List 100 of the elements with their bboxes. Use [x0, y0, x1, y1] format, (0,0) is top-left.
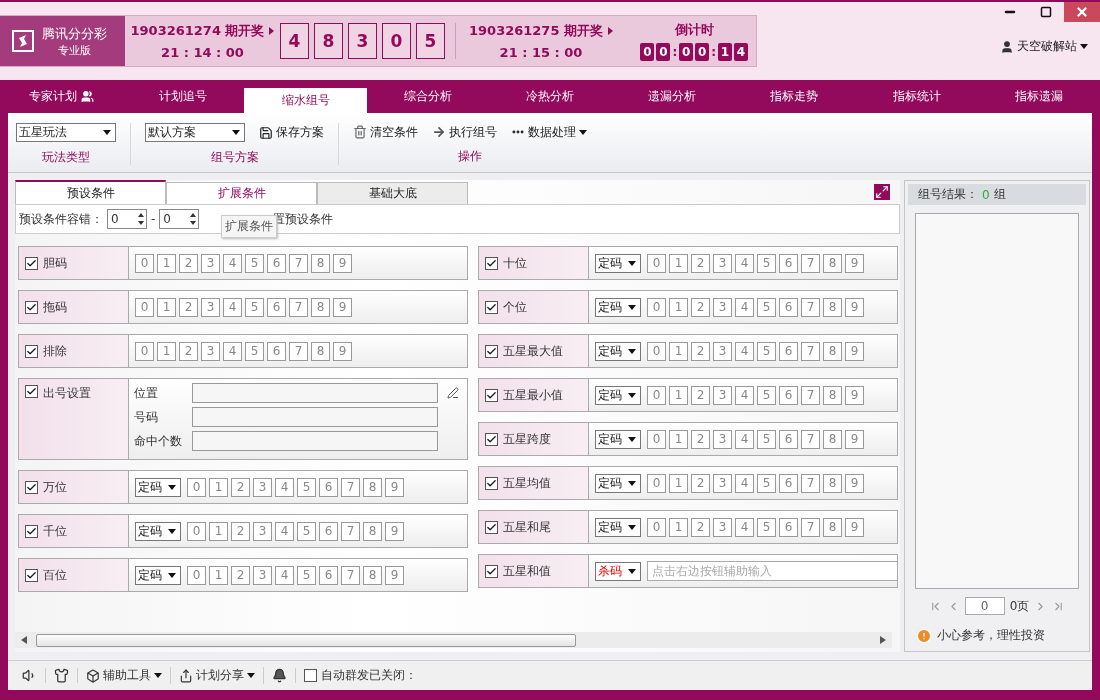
digit-button[interactable]: 4 [223, 253, 242, 273]
digit-button[interactable]: 7 [289, 297, 308, 317]
digit-button[interactable]: 0 [647, 517, 666, 537]
digit-button[interactable]: 2 [231, 521, 250, 541]
digit-button[interactable]: 3 [713, 517, 732, 537]
nav-tab[interactable]: 计划追号 [122, 80, 245, 113]
checkbox[interactable] [25, 344, 38, 358]
digit-button[interactable]: 7 [341, 477, 360, 497]
digit-button[interactable]: 0 [647, 473, 666, 493]
dropdown[interactable]: 默认方案 [145, 123, 245, 142]
user-menu[interactable]: 天空破解站 [1000, 38, 1088, 55]
digit-button[interactable]: 1 [157, 341, 176, 361]
digit-button[interactable]: 6 [267, 341, 286, 361]
checkbox[interactable] [485, 564, 498, 578]
page-field[interactable]: 0 [964, 597, 1005, 615]
toolbar-button[interactable]: 清空条件 [353, 123, 418, 141]
digit-button[interactable]: 7 [289, 253, 308, 273]
digit-button[interactable]: 7 [289, 341, 308, 361]
digit-button[interactable]: 2 [231, 477, 250, 497]
digit-button[interactable]: 0 [135, 297, 154, 317]
mode-select[interactable]: 杀码 [595, 561, 641, 581]
digit-button[interactable]: 3 [713, 429, 732, 449]
digit-button[interactable]: 1 [669, 517, 688, 537]
digit-button[interactable]: 3 [201, 297, 220, 317]
checkbox[interactable] [485, 256, 498, 270]
mode-select[interactable]: 定码 [135, 521, 181, 541]
digit-button[interactable]: 8 [311, 253, 330, 273]
digit-button[interactable]: 6 [267, 253, 286, 273]
digit-button[interactable]: 1 [209, 565, 228, 585]
digit-button[interactable]: 9 [845, 341, 864, 361]
input-field[interactable] [192, 383, 438, 403]
checkbox[interactable] [485, 476, 498, 490]
digit-button[interactable]: 5 [757, 429, 776, 449]
checkbox[interactable] [485, 432, 498, 446]
checkbox[interactable] [485, 520, 498, 534]
digit-button[interactable]: 9 [845, 473, 864, 493]
digit-button[interactable]: 6 [319, 477, 338, 497]
digit-button[interactable]: 1 [669, 341, 688, 361]
digit-button[interactable]: 9 [333, 297, 352, 317]
digit-button[interactable]: 1 [669, 473, 688, 493]
digit-button[interactable]: 8 [823, 253, 842, 273]
digit-button[interactable]: 5 [245, 341, 264, 361]
digit-button[interactable]: 5 [757, 473, 776, 493]
checkbox[interactable] [25, 480, 38, 494]
digit-button[interactable]: 1 [669, 385, 688, 405]
digit-button[interactable]: 8 [823, 473, 842, 493]
digit-button[interactable]: 0 [647, 341, 666, 361]
checkbox[interactable] [485, 344, 498, 358]
digit-button[interactable]: 3 [253, 477, 272, 497]
digit-button[interactable]: 5 [297, 477, 316, 497]
bell-icon[interactable] [272, 668, 287, 683]
digit-button[interactable]: 8 [311, 297, 330, 317]
shirt-icon[interactable] [54, 668, 69, 683]
digit-button[interactable]: 3 [253, 521, 272, 541]
digit-button[interactable]: 8 [823, 517, 842, 537]
digit-button[interactable]: 4 [275, 521, 294, 541]
digit-button[interactable]: 1 [669, 297, 688, 317]
digit-button[interactable]: 2 [691, 473, 710, 493]
mode-select[interactable]: 定码 [595, 341, 641, 361]
digit-button[interactable]: 4 [735, 341, 754, 361]
menu-button[interactable]: 辅助工具 [103, 667, 151, 684]
digit-button[interactable]: 2 [691, 429, 710, 449]
nav-tab[interactable]: 指标遗漏 [977, 80, 1100, 113]
nav-tab[interactable]: 综合分析 [366, 80, 489, 113]
close-button[interactable] [1064, 2, 1100, 22]
digit-button[interactable]: 0 [187, 477, 206, 497]
mode-select[interactable]: 定码 [595, 517, 641, 537]
digit-button[interactable]: 7 [801, 517, 820, 537]
digit-button[interactable]: 6 [779, 297, 798, 317]
checkbox[interactable] [25, 524, 38, 538]
digit-button[interactable]: 0 [187, 521, 206, 541]
digit-button[interactable]: 7 [801, 253, 820, 273]
digit-button[interactable]: 2 [691, 385, 710, 405]
digit-button[interactable]: 9 [845, 385, 864, 405]
digit-button[interactable]: 1 [669, 429, 688, 449]
toolbar-button[interactable]: 保存方案 [259, 124, 324, 141]
checkbox[interactable] [25, 385, 38, 398]
digit-button[interactable]: 2 [691, 297, 710, 317]
mode-select[interactable]: 定码 [135, 565, 181, 585]
digit-button[interactable]: 8 [363, 565, 382, 585]
digit-button[interactable]: 8 [363, 477, 382, 497]
digit-button[interactable]: 9 [333, 341, 352, 361]
digit-button[interactable]: 7 [801, 473, 820, 493]
digit-button[interactable]: 9 [333, 253, 352, 273]
nav-tab[interactable]: 冷热分析 [488, 80, 612, 113]
digit-button[interactable]: 9 [845, 253, 864, 273]
tab[interactable]: 扩展条件 [166, 182, 317, 204]
nav-tab[interactable]: 指标统计 [855, 80, 978, 113]
number-field[interactable]: 0 [107, 209, 147, 229]
digit-button[interactable]: 4 [735, 429, 754, 449]
digit-button[interactable]: 9 [845, 429, 864, 449]
digit-button[interactable]: 1 [157, 253, 176, 273]
digit-button[interactable]: 2 [691, 517, 710, 537]
checkbox[interactable] [304, 669, 317, 682]
digit-button[interactable]: 8 [823, 297, 842, 317]
digit-button[interactable]: 0 [647, 385, 666, 405]
digit-button[interactable]: 6 [779, 517, 798, 537]
digit-button[interactable]: 4 [735, 297, 754, 317]
digit-button[interactable]: 7 [341, 565, 360, 585]
digit-button[interactable]: 5 [297, 521, 316, 541]
